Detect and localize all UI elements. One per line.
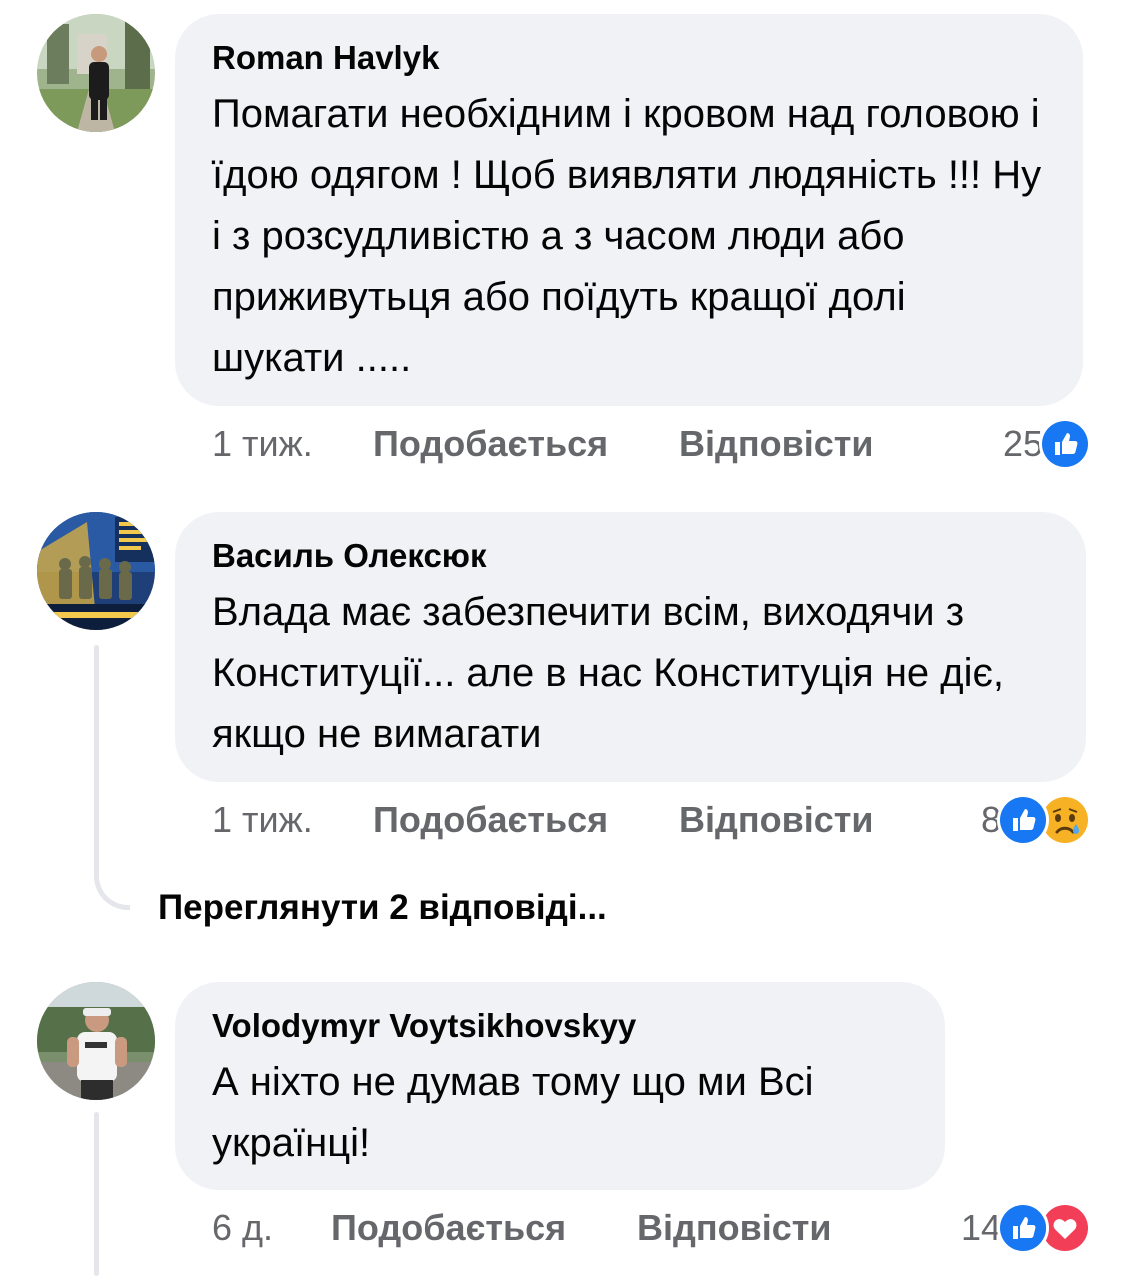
- like-button[interactable]: Подобається: [373, 420, 608, 468]
- comment-bubble: Volodymyr Voytsikhovskyy А ніхто не дума…: [175, 982, 945, 1190]
- like-button[interactable]: Подобається: [331, 1204, 566, 1252]
- reply-button[interactable]: Відповісти: [679, 420, 874, 468]
- comment-bubble: Василь Олексюк Влада має забезпечити всі…: [175, 512, 1086, 782]
- view-replies-link[interactable]: Переглянути 2 відповіді...: [158, 884, 607, 932]
- thread-connector: [94, 850, 130, 910]
- reply-button[interactable]: Відповісти: [679, 796, 874, 844]
- like-icon: [1039, 418, 1091, 470]
- reaction-count: 25: [1002, 423, 1043, 464]
- comment-bubble: Roman Havlyk Помагати необхідним і крово…: [175, 14, 1083, 406]
- comment-timestamp[interactable]: 6 д.: [212, 1204, 273, 1252]
- thread-line: [94, 1112, 99, 1276]
- comment-timestamp[interactable]: 1 тиж.: [212, 420, 313, 468]
- comment-timestamp[interactable]: 1 тиж.: [212, 796, 313, 844]
- avatar-photo: [37, 982, 155, 1100]
- avatar-photo: [37, 14, 155, 132]
- avatar-photo: [37, 512, 155, 630]
- comment-author[interactable]: Василь Олексюк: [212, 536, 1050, 576]
- comment-text: Помагати необхідним і кровом над головою…: [212, 92, 1042, 380]
- reply-button[interactable]: Відповісти: [637, 1204, 832, 1252]
- avatar[interactable]: [37, 512, 155, 630]
- like-icon: [997, 794, 1049, 846]
- reactions-summary[interactable]: 25: [1002, 418, 1091, 470]
- comment-text: Влада має забезпечити всім, виходячи з К…: [212, 590, 1005, 756]
- comment-author[interactable]: Roman Havlyk: [212, 38, 1047, 78]
- avatar[interactable]: [37, 14, 155, 132]
- reaction-count: 14: [960, 1207, 1001, 1248]
- like-button[interactable]: Подобається: [373, 796, 608, 844]
- comment-text: А ніхто не думав тому що ми Всі українці…: [212, 1060, 814, 1165]
- like-icon: [997, 1202, 1049, 1254]
- avatar[interactable]: [37, 982, 155, 1100]
- comment-author[interactable]: Volodymyr Voytsikhovskyy: [212, 1006, 909, 1046]
- reactions-summary[interactable]: 14: [960, 1202, 1091, 1254]
- thread-line: [94, 645, 99, 870]
- reactions-summary[interactable]: 8: [981, 794, 1091, 846]
